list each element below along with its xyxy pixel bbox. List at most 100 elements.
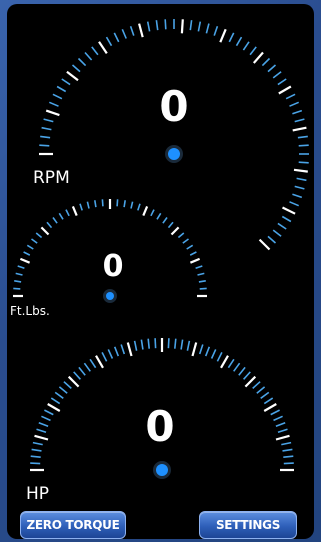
hp-minor-tick: [36, 428, 47, 434]
hp-minor-tick: [113, 346, 120, 357]
rpm-minor-tick: [91, 46, 99, 56]
hp-minor-tick: [174, 338, 177, 349]
torque-minor-tick: [123, 200, 126, 208]
torque-minor-tick: [13, 287, 21, 290]
torque-major-tick: [189, 257, 201, 264]
torque-minor-tick: [162, 217, 168, 224]
rpm-major-tick: [252, 51, 264, 64]
rpm-minor-tick: [48, 101, 59, 107]
torque-major-tick: [142, 205, 149, 217]
hp-readout: 0: [145, 402, 175, 451]
hp-minor-tick: [281, 441, 292, 446]
hp-minor-tick: [78, 366, 86, 376]
hp-minor-tick: [140, 339, 144, 350]
torque-minor-tick: [31, 238, 38, 244]
rpm-major-tick: [66, 70, 79, 82]
torque-minor-tick: [94, 200, 97, 208]
rpm-minor-tick: [77, 57, 87, 67]
rpm-minor-tick: [228, 32, 235, 43]
rpm-minor-tick: [261, 57, 271, 67]
hp-minor-tick: [216, 352, 223, 362]
rpm-major-tick: [138, 23, 144, 38]
torque-minor-tick: [198, 280, 206, 283]
rpm-minor-tick: [105, 36, 113, 47]
rpm-minor-tick: [267, 64, 277, 73]
rpm-major-tick: [292, 126, 307, 132]
rpm-minor-tick: [146, 21, 151, 32]
rpm-major-tick: [278, 85, 292, 95]
hp-minor-tick: [227, 358, 235, 369]
rpm-minor-tick: [294, 185, 305, 190]
rpm-minor-tick: [277, 78, 287, 86]
rpm-readout: 0: [159, 82, 189, 131]
torque-minor-tick: [137, 203, 141, 211]
hp-minor-tick: [120, 344, 126, 355]
torque-minor-tick: [189, 251, 197, 256]
hp-minor-tick: [283, 455, 294, 458]
torque-minor-tick: [14, 280, 22, 283]
hp-minor-tick: [270, 409, 280, 416]
rpm-minor-tick: [285, 93, 296, 100]
hp-minor-tick: [277, 428, 288, 434]
rpm-major-tick: [258, 238, 271, 251]
hp-minor-tick: [54, 391, 64, 399]
torque-readout: 0: [102, 249, 124, 284]
hp-minor-tick: [107, 349, 114, 359]
rpm-minor-tick: [84, 51, 93, 61]
rpm-minor-tick: [297, 135, 308, 139]
rpm-major-tick: [282, 206, 296, 215]
torque-minor-tick: [46, 221, 53, 229]
hp-major-tick: [34, 434, 49, 441]
rpm-major-tick: [45, 109, 60, 117]
torque-minor-tick: [79, 203, 83, 211]
hp-major-tick: [191, 342, 198, 357]
torque-minor-tick: [26, 244, 34, 250]
hp-major-tick: [220, 355, 229, 369]
torque-minor-tick: [156, 212, 162, 220]
hp-minor-tick: [243, 371, 251, 380]
hp-minor-tick: [73, 371, 81, 380]
rpm-minor-tick: [235, 36, 243, 47]
torque-minor-tick: [15, 272, 23, 276]
rpm-minor-tick: [40, 135, 51, 139]
hp-minor-tick: [256, 386, 266, 394]
torque-minor-tick: [86, 201, 90, 209]
hp-minor-tick: [50, 397, 61, 405]
rpm-minor-tick: [292, 193, 303, 199]
rpm-minor-tick: [249, 46, 257, 56]
rpm-minor-tick: [129, 25, 135, 36]
rpm-hub: [168, 148, 180, 160]
hp-minor-tick: [282, 448, 293, 452]
rpm-minor-tick: [289, 101, 300, 107]
hp-minor-tick: [147, 338, 150, 349]
rpm-minor-tick: [43, 118, 54, 123]
hp-major-tick: [95, 355, 104, 369]
hp-minor-tick: [238, 366, 246, 376]
rpm-minor-tick: [164, 19, 167, 30]
gauge-panel: 0 RPM 0 Ft.Lbs. 0 HP ZERO TORQUE SETTING…: [7, 4, 314, 539]
rpm-major-tick: [98, 41, 108, 55]
torque-minor-tick: [17, 265, 25, 269]
rpm-minor-tick: [281, 215, 292, 223]
rpm-minor-tick: [41, 126, 52, 131]
rpm-minor-tick: [56, 85, 67, 93]
hp-minor-tick: [63, 381, 72, 389]
zero-torque-button[interactable]: ZERO TORQUE: [20, 511, 126, 539]
torque-minor-tick: [199, 287, 207, 290]
rpm-minor-tick: [298, 144, 309, 147]
rpm-minor-tick: [197, 21, 202, 32]
settings-button[interactable]: SETTINGS: [199, 511, 297, 539]
rpm-major-tick: [180, 19, 184, 34]
hp-major-tick: [47, 403, 61, 412]
torque-major-tick: [40, 226, 50, 236]
torque-minor-tick: [101, 199, 104, 207]
hp-minor-tick: [186, 340, 191, 351]
hp-minor-tick: [263, 397, 274, 405]
hp-minor-tick: [32, 441, 43, 446]
hp-label: HP: [26, 484, 50, 504]
hp-minor-tick: [198, 344, 204, 355]
hp-major-tick: [275, 434, 290, 441]
rpm-major-tick: [219, 28, 227, 43]
rpm-minor-tick: [71, 64, 81, 73]
hp-major-tick: [263, 403, 277, 412]
